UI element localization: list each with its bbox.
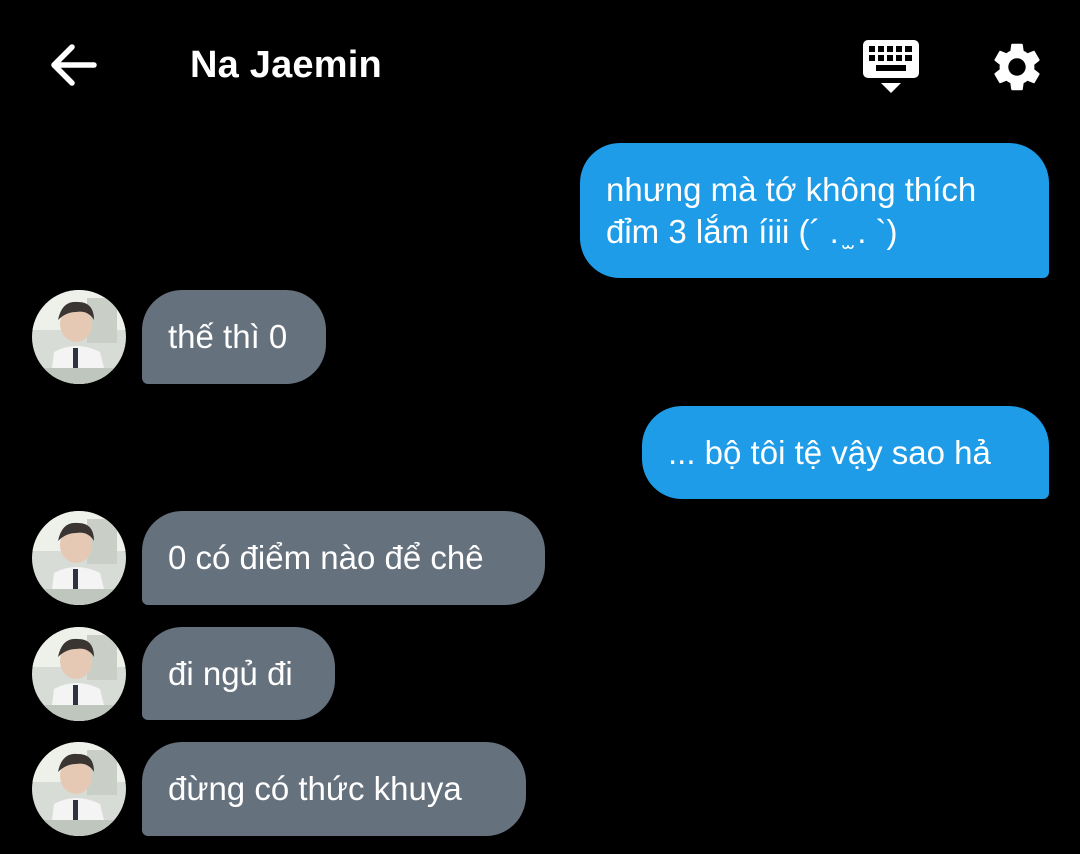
message-bubble-received[interactable]: đừng có thức khuya	[142, 742, 526, 836]
message-bubble-sent[interactable]: ... bộ tôi tệ vậy sao hả	[642, 406, 1049, 499]
message-text: đừng có thức khuya	[168, 770, 462, 807]
keyboard-icon	[863, 40, 919, 93]
gear-icon	[994, 43, 1040, 91]
message-bubble-received[interactable]: 0 có điểm nào để chê	[142, 511, 545, 605]
message-bubble-received[interactable]: đi ngủ đi	[142, 627, 335, 720]
arrow-left-icon	[51, 44, 97, 86]
keyboard-button[interactable]	[860, 38, 922, 96]
avatar[interactable]	[32, 742, 126, 836]
contact-photo	[32, 511, 126, 605]
avatar[interactable]	[32, 290, 126, 384]
contact-photo	[32, 627, 126, 721]
contact-photo	[32, 742, 126, 836]
message-text: nhưng mà tớ không thích	[606, 171, 977, 208]
message-text: ... bộ tôi tệ vậy sao hả	[668, 434, 991, 471]
message-text: 0 có điểm nào để chê	[168, 539, 484, 576]
settings-button[interactable]	[988, 38, 1046, 96]
chat-header: Na Jaemin	[0, 0, 1080, 130]
message-text: thế thì 0	[168, 318, 288, 355]
back-button[interactable]	[46, 40, 102, 90]
message-bubble-received[interactable]: thế thì 0	[142, 290, 326, 384]
avatar[interactable]	[32, 511, 126, 605]
avatar[interactable]	[32, 627, 126, 721]
message-text: đi ngủ đi	[168, 655, 293, 692]
message-bubble-sent[interactable]: nhưng mà tớ không thích đỉm 3 lắm íiii (…	[580, 143, 1049, 278]
contact-name: Na Jaemin	[190, 44, 382, 86]
message-text: đỉm 3 lắm íiii (´ . ̫ . `)	[606, 213, 898, 250]
contact-photo	[32, 290, 126, 384]
